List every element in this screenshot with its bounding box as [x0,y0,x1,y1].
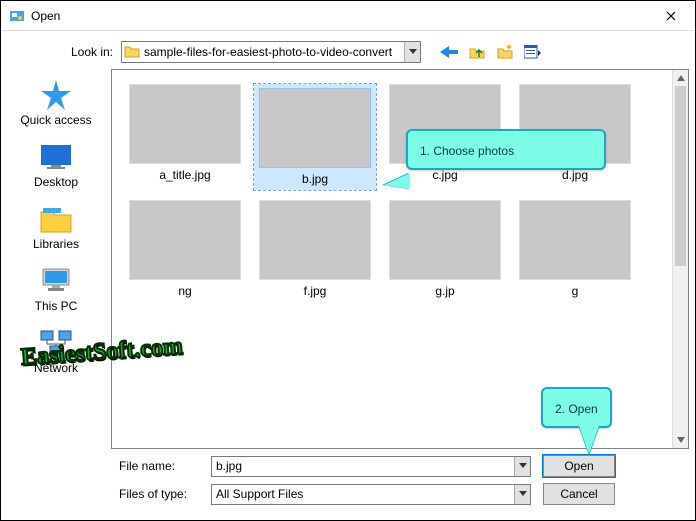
callout-text: 1. Choose photos [420,144,514,158]
thumbnail-image [259,200,371,280]
sidebar-item-this-pc[interactable]: This PC [1,261,111,321]
new-folder-icon[interactable] [495,43,515,61]
callout-choose-photos: 1. Choose photos [406,129,606,170]
libraries-icon [36,203,76,235]
filetype-combo[interactable]: All Support Files [211,484,531,505]
filename-label: File name: [1,459,211,473]
scroll-thumb[interactable] [675,86,686,266]
filetype-value: All Support Files [212,485,514,504]
file-name: c.jpg [432,168,457,182]
lookin-combo[interactable]: sample-files-for-easiest-photo-to-video-… [121,41,421,63]
scroll-down-icon[interactable] [673,432,688,448]
thumbnail-image [129,200,241,280]
file-thumb[interactable]: ng [124,200,246,298]
sidebar-item-label: This PC [1,299,111,313]
this-pc-icon [36,265,76,297]
thumbnail-image [129,84,241,164]
sidebar-item-label: Quick access [1,113,111,127]
file-name: g [572,284,579,298]
filename-combo[interactable] [211,456,531,477]
chevron-down-icon [404,42,420,62]
file-name: g.jp [435,284,454,298]
sidebar-item-desktop[interactable]: Desktop [1,137,111,197]
open-button[interactable]: Open [543,455,615,477]
desktop-icon [36,141,76,173]
network-icon [36,327,76,359]
thumbnail-image [519,200,631,280]
chevron-down-icon[interactable] [514,457,530,476]
sidebar-item-network[interactable]: Network [1,323,111,383]
file-name: f.jpg [304,284,327,298]
file-name: ng [178,284,191,298]
bottom-panel: File name: Open Files of type: All Suppo… [1,449,695,519]
sidebar-item-label: Libraries [1,237,111,251]
view-menu-icon[interactable] [523,43,543,61]
callout-text: 2. Open [555,402,598,416]
scroll-up-icon[interactable] [673,70,688,86]
filetype-label: Files of type: [1,487,211,501]
thumbnail-image [259,88,371,168]
app-icon [9,8,25,24]
cancel-button[interactable]: Cancel [543,483,615,505]
file-thumb[interactable]: g.jp [384,200,506,298]
lookin-value: sample-files-for-easiest-photo-to-video-… [144,45,404,59]
sidebar-item-label: Network [1,361,111,375]
scrollbar[interactable] [672,70,688,448]
window-title: Open [31,9,649,23]
file-name: d.jpg [562,168,588,182]
thumbnail-image [389,200,501,280]
file-thumb[interactable]: g [514,200,636,298]
close-button[interactable] [649,2,693,30]
sidebar-item-quick-access[interactable]: Quick access [1,75,111,135]
file-thumb[interactable]: f.jpg [254,200,376,298]
places-bar: Quick access Desktop Libraries This PC N… [1,69,111,449]
titlebar: Open [1,1,695,31]
lookin-row: Look in: sample-files-for-easiest-photo-… [1,31,695,69]
back-icon[interactable] [439,43,459,61]
open-dialog: Open Look in: sample-files-for-easiest-p… [0,0,696,521]
folder-icon [124,44,140,60]
quick-access-icon [36,79,76,111]
chevron-down-icon[interactable] [514,485,530,504]
nav-toolbar [439,43,543,61]
file-thumb[interactable]: a_title.jpg [124,84,246,190]
up-one-level-icon[interactable] [467,43,487,61]
filename-input[interactable] [212,457,514,476]
file-name: b.jpg [302,172,328,186]
sidebar-item-label: Desktop [1,175,111,189]
lookin-label: Look in: [1,45,121,59]
sidebar-item-libraries[interactable]: Libraries [1,199,111,259]
file-thumb[interactable]: b.jpg [254,84,376,190]
callout-open: 2. Open [541,387,612,428]
file-name: a_title.jpg [159,168,210,182]
